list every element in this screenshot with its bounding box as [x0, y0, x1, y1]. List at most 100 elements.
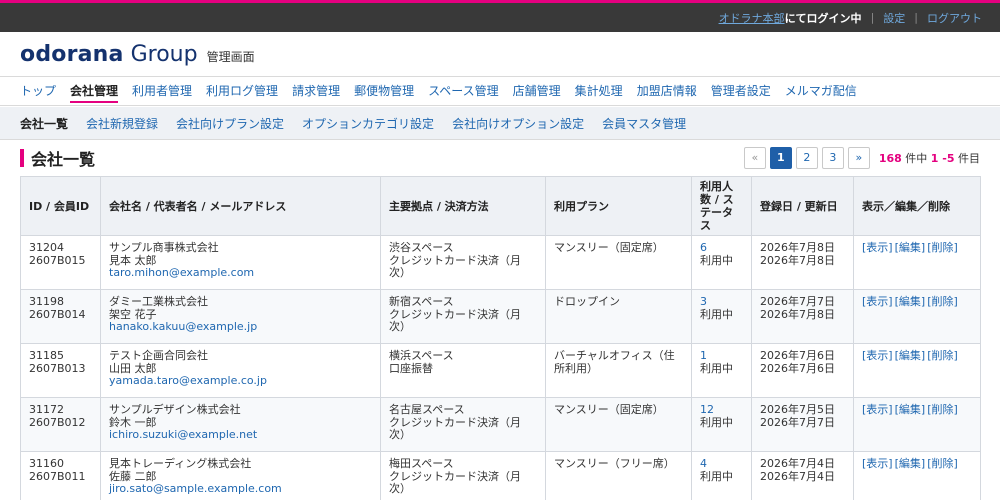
cell-actions: [表示] [編集] [削除] — [853, 397, 981, 452]
company-name: サンプルデザイン株式会社 — [109, 403, 241, 416]
delete-link[interactable]: [削除] — [927, 403, 958, 416]
email-link[interactable]: ichiro.suzuki@example.net — [109, 428, 372, 442]
main-nav-item[interactable]: 郵便物管理 — [354, 77, 414, 105]
cell-company: サンプル商事株式会社 見本 太郎 taro.mihon@example.com — [100, 235, 381, 290]
cell-actions: [表示] [編集] [削除] — [853, 451, 981, 500]
separator: | — [914, 11, 918, 24]
main-nav-item[interactable]: 請求管理 — [292, 77, 340, 105]
main-nav-list: トップ 会社管理 利用者管理 利用ログ管理 請求管理 郵便物管理 スペース管理 店舗管理 集計処… — [0, 77, 1000, 105]
member-id: 2607B012 — [29, 415, 86, 429]
brand-name: odorana — [20, 42, 124, 67]
view-link[interactable]: [表示] — [862, 241, 893, 254]
sub-nav-item[interactable]: 会社向けオプション設定 — [452, 115, 584, 132]
main-nav-item[interactable]: トップ — [20, 77, 56, 105]
updated-date: 2026年7月7日 — [760, 415, 835, 429]
edit-link[interactable]: [編集] — [895, 403, 926, 416]
company-table: ID / 会員ID 会社名 / 代表者名 / メールアドレス 主要拠点 / 決済… — [20, 176, 981, 500]
col-header-users[interactable]: 利用人数 / ステータス — [691, 176, 752, 236]
delete-link[interactable]: [削除] — [927, 241, 958, 254]
member-id: 2607B011 — [29, 469, 86, 483]
plan-name: マンスリー（固定席） — [554, 403, 664, 416]
separator: | — [870, 11, 875, 24]
table-row: 31185 2607B013 テスト企画合同会社 山田 太郎 yamada.taro@e… — [20, 343, 981, 398]
sub-nav-item[interactable]: オプションカテゴリ設定 — [302, 115, 434, 132]
status-text: 利用中 — [700, 415, 733, 429]
range-count: 1 -5 — [930, 152, 955, 165]
sub-nav-item[interactable]: 会社一覧 — [20, 115, 68, 132]
settings-link[interactable]: 設定 — [883, 10, 905, 26]
main-nav-item[interactable]: スペース管理 — [428, 77, 499, 105]
payment-method: クレジットカード決済（月次） — [389, 415, 521, 441]
brand-logo[interactable]: odorana Group 管理画面 — [20, 42, 255, 67]
cell-plan: マンスリー（固定席） — [545, 397, 692, 452]
edit-link[interactable]: [編集] — [895, 241, 926, 254]
email-link[interactable]: taro.mihon@example.com — [109, 266, 372, 280]
company-id: 31204 — [29, 241, 64, 254]
cell-company: サンプルデザイン株式会社 鈴木 一郎 ichiro.suzuki@example.n… — [100, 397, 381, 452]
email-link[interactable]: yamada.taro@example.co.jp — [109, 374, 372, 388]
result-count: 168 件中 1 -5 件目 — [879, 150, 980, 166]
company-name: テスト企画合同会社 — [109, 349, 208, 362]
edit-link[interactable]: [編集] — [895, 349, 926, 362]
user-count-link[interactable]: 4 — [700, 457, 743, 471]
cell-dates: 2026年7月8日 2026年7月8日 — [751, 235, 854, 290]
main-nav-item[interactable]: 利用ログ管理 — [206, 77, 278, 105]
logged-in-org-link[interactable]: オドラナ本部 — [719, 10, 785, 26]
main-nav-item[interactable]: 会社管理 — [70, 77, 119, 105]
cell-actions: [表示] [編集] [削除] — [853, 235, 981, 290]
col-header-id[interactable]: ID / 会員ID — [20, 176, 101, 236]
col-header-plan[interactable]: 利用プラン — [545, 176, 692, 236]
sub-nav-item[interactable]: 会社向けプラン設定 — [176, 115, 284, 132]
user-count-link[interactable]: 12 — [700, 403, 743, 417]
page-title-text: 会社一覧 — [31, 150, 96, 169]
plan-name: マンスリー（固定席） — [554, 241, 664, 254]
delete-link[interactable]: [削除] — [927, 295, 958, 308]
col-header-dates[interactable]: 登録日 / 更新日 — [751, 176, 854, 236]
col-header-company[interactable]: 会社名 / 代表者名 / メールアドレス — [100, 176, 381, 236]
email-link[interactable]: hanako.kakuu@example.jp — [109, 320, 372, 334]
email-link[interactable]: jiro.sato@sample.example.com — [109, 482, 372, 496]
range-suffix: 件目 — [958, 152, 980, 165]
main-nav-item[interactable]: 加盟店情報 — [637, 77, 697, 105]
plan-name: バーチャルオフィス（住所利用） — [554, 349, 675, 375]
main-nav-item[interactable]: 管理者設定 — [711, 77, 771, 105]
cell-users: 3 利用中 — [691, 289, 752, 344]
page-number-button[interactable]: 1 — [769, 147, 792, 169]
delete-link[interactable]: [削除] — [927, 457, 958, 470]
col-header-actions: 表示／編集／削除 — [853, 176, 981, 236]
user-count-link[interactable]: 3 — [700, 295, 743, 309]
sub-nav-item[interactable]: 会員マスタ管理 — [602, 115, 686, 132]
delete-link[interactable]: [削除] — [927, 349, 958, 362]
view-link[interactable]: [表示] — [862, 349, 893, 362]
main-nav-item[interactable]: 利用者管理 — [132, 77, 192, 105]
logout-link[interactable]: ログアウト — [927, 10, 982, 26]
main-nav-item[interactable]: 店舗管理 — [513, 77, 561, 105]
cell-plan: ドロップイン — [545, 289, 692, 344]
col-header-location[interactable]: 主要拠点 / 決済方法 — [380, 176, 546, 236]
main-nav-item[interactable]: メルマガ配信 — [785, 77, 857, 105]
edit-link[interactable]: [編集] — [895, 457, 926, 470]
company-id: 31198 — [29, 295, 64, 308]
user-count-link[interactable]: 6 — [700, 241, 743, 255]
prev-page-button[interactable]: « — [743, 147, 766, 169]
top-bar: オドラナ本部 にてログイン中 | 設定 | ログアウト — [0, 3, 1000, 32]
top-bar-user-area: オドラナ本部 にてログイン中 | 設定 | ログアウト — [719, 3, 982, 32]
edit-link[interactable]: [編集] — [895, 295, 926, 308]
main-location: 梅田スペース — [389, 457, 454, 470]
view-link[interactable]: [表示] — [862, 295, 893, 308]
page-number-button[interactable]: 2 — [795, 147, 818, 169]
main-nav-item[interactable]: 集計処理 — [575, 77, 623, 105]
page-title: 会社一覧 — [20, 148, 96, 169]
view-link[interactable]: [表示] — [862, 403, 893, 416]
member-id: 2607B015 — [29, 253, 86, 267]
next-page-button[interactable]: » — [847, 147, 870, 169]
sub-nav-item[interactable]: 会社新規登録 — [86, 115, 158, 132]
main-location: 名古屋スペース — [389, 403, 465, 416]
page-number-button[interactable]: 3 — [821, 147, 844, 169]
main-location: 横浜スペース — [389, 349, 454, 362]
status-text: 利用中 — [700, 307, 733, 321]
page-buttons: 123 — [766, 147, 844, 169]
user-count-link[interactable]: 1 — [700, 349, 743, 363]
main-nav: トップ 会社管理 利用者管理 利用ログ管理 請求管理 郵便物管理 スペース管理 店舗管理 集計処… — [0, 76, 1000, 106]
view-link[interactable]: [表示] — [862, 457, 893, 470]
